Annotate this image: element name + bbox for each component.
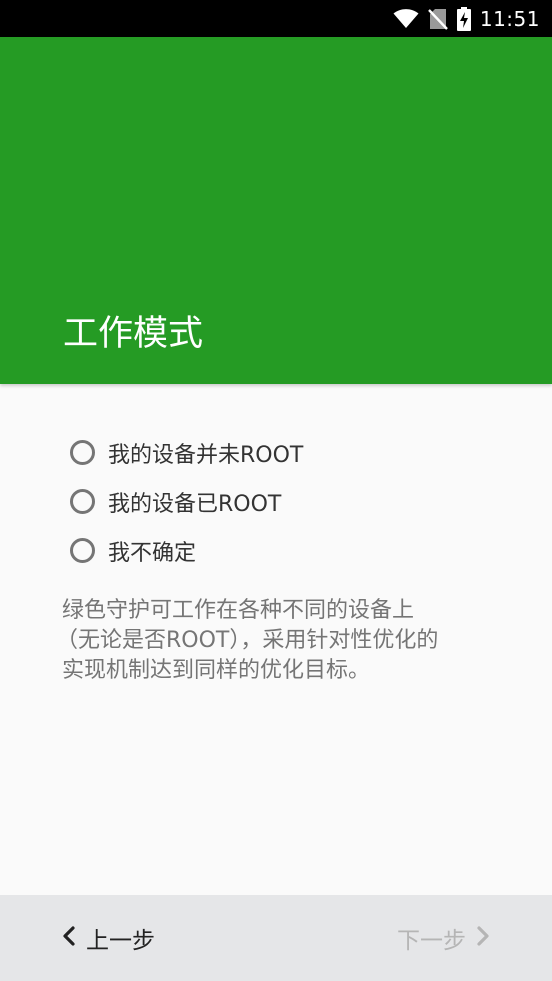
battery-charging-icon <box>456 6 471 31</box>
radio-circle-icon[interactable] <box>70 440 95 465</box>
radio-label[interactable]: 我的设备并未ROOT <box>108 437 303 469</box>
page-title: 工作模式 <box>63 314 204 354</box>
description-text: 绿色守护可工作在各种不同的设备上 （无论是否ROOT），采用针对性优化的 实现机… <box>56 596 502 686</box>
header: 工作模式 <box>0 37 552 384</box>
chevron-right-icon[interactable] <box>476 926 490 950</box>
radio-circle-icon[interactable] <box>70 489 95 514</box>
wifi-icon <box>393 8 419 29</box>
radio-not-sure[interactable]: 我不确定 <box>70 526 303 575</box>
next-button-label[interactable]: 下一步 <box>397 921 466 955</box>
description-line: 绿色守护可工作在各种不同的设备上 <box>62 598 415 623</box>
no-sim-icon <box>427 8 448 30</box>
status-icons: 11:51 <box>393 0 540 37</box>
radio-rooted[interactable]: 我的设备已ROOT <box>70 477 303 526</box>
status-time: 11:51 <box>479 6 540 31</box>
description-line: 实现机制达到同样的优化目标。 <box>62 658 371 683</box>
chevron-left-icon[interactable] <box>62 926 76 950</box>
bottom-navigation-bar: 上一步 下一步 <box>0 895 552 981</box>
work-mode-radio-group: 我的设备并未ROOT 我的设备已ROOT 我不确定 <box>70 428 303 575</box>
next-button[interactable]: 下一步 <box>397 895 490 981</box>
radio-label[interactable]: 我的设备已ROOT <box>108 486 281 518</box>
radio-not-rooted[interactable]: 我的设备并未ROOT <box>70 428 303 477</box>
prev-button-label[interactable]: 上一步 <box>86 921 155 955</box>
description-line: （无论是否ROOT），采用针对性优化的 <box>56 628 439 653</box>
status-bar: 11:51 <box>0 0 552 37</box>
radio-label[interactable]: 我不确定 <box>108 535 196 567</box>
radio-circle-icon[interactable] <box>70 538 95 563</box>
prev-button[interactable]: 上一步 <box>62 895 155 981</box>
